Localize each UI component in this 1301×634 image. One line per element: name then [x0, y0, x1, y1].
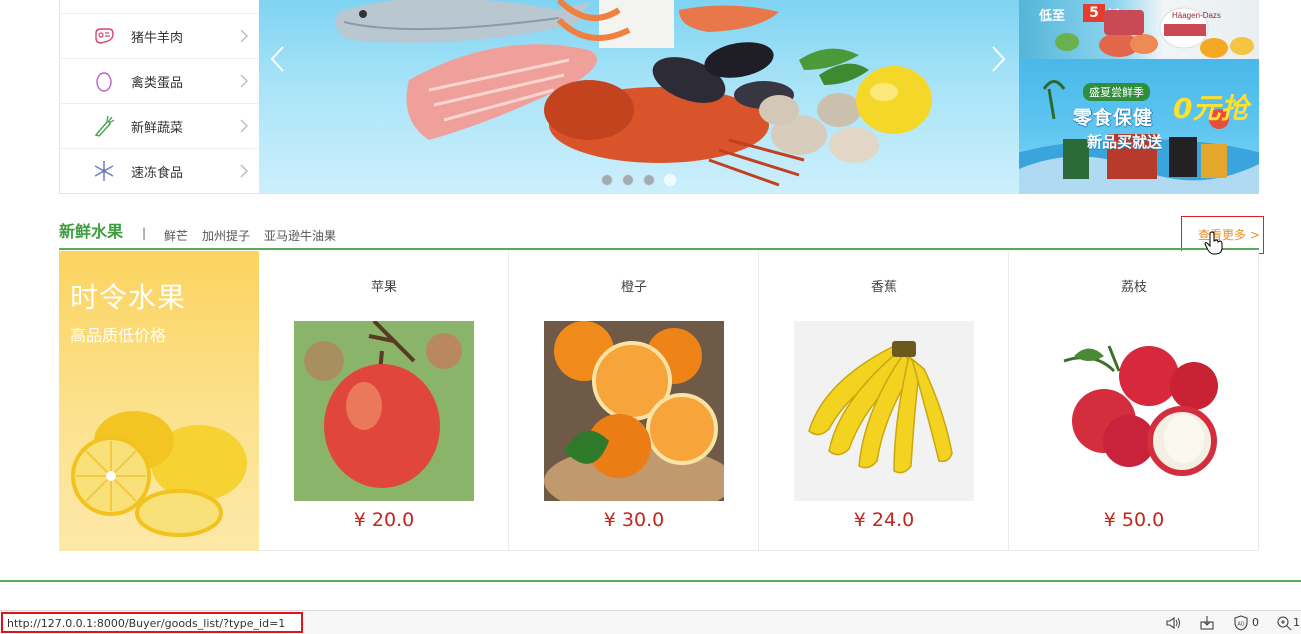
adblock-shield-icon[interactable]: AD [1233, 615, 1249, 631]
category-label: 新鲜蔬菜 [131, 120, 184, 136]
chevron-right-icon [240, 164, 248, 178]
chevron-right-icon [240, 74, 248, 88]
product-card[interactable]: 橙子 ¥ 30.0 [509, 251, 759, 551]
product-price: ¥ 30.0 [603, 509, 665, 531]
orange-image [544, 321, 724, 501]
speaker-icon[interactable] [1165, 615, 1181, 631]
egg-icon [96, 72, 112, 92]
zoom-level: 1 [1293, 616, 1300, 629]
snowflake-icon [94, 161, 114, 181]
fruit-section-header: 新鲜水果 | 鲜芒 加州提子 亚马逊牛油果 查看更多 > [59, 214, 1264, 254]
haagen-dazs-logo-text: Häagen-Dazs [1172, 11, 1221, 20]
product-card[interactable]: 荔枝 ¥ 50.0 [1009, 251, 1259, 551]
side-ad-icecream[interactable]: 低至 5 折 Häagen-Dazs [1019, 0, 1259, 59]
chevron-right-icon [240, 29, 248, 43]
product-price: ¥ 20.0 [353, 509, 415, 531]
browser-status-bar: http://127.0.0.1:8000/Buyer/goods_list/?… [0, 610, 1301, 634]
adblock-count: 0 [1252, 616, 1259, 629]
banner-carousel[interactable] [259, 0, 1019, 194]
svg-text:AD: AD [1238, 622, 1245, 628]
side-ad-snacks[interactable]: 盛夏尝鲜季 零食保健 0元抢 新品买就送 [1019, 59, 1259, 194]
category-item-meat[interactable]: 猪牛羊肉 [60, 13, 259, 58]
category-label: 禽类蛋品 [131, 75, 184, 91]
category-item-frozen[interactable]: 速冻食品 [60, 148, 259, 193]
section-title: 新鲜水果 [59, 222, 124, 241]
product-grid: 苹果 ¥ 20.0 橙子 ¥ 30.0 香蕉 ¥ 24.0 荔枝 ¥ 50.0 [259, 251, 1259, 551]
category-label: 速冻食品 [131, 165, 184, 181]
status-url: http://127.0.0.1:8000/Buyer/goods_list/?… [7, 617, 286, 630]
product-card[interactable]: 香蕉 ¥ 24.0 [759, 251, 1009, 551]
sub-link-avocado[interactable]: 亚马逊牛油果 [264, 227, 336, 244]
category-item-poultry[interactable]: 禽类蛋品 [60, 58, 259, 103]
banana-image [794, 321, 974, 501]
zoom-icon[interactable] [1276, 615, 1292, 631]
seafood-banner-image [335, 0, 932, 187]
lemon-image [71, 411, 247, 537]
chevron-right-icon [240, 119, 248, 133]
ad-title: 零食保健 [1073, 107, 1154, 129]
promo-banner[interactable]: 时令水果 高品质低价格 [59, 251, 259, 551]
sub-link-grapes[interactable]: 加州提子 [202, 227, 250, 244]
apple-image [294, 321, 474, 501]
product-name: 香蕉 [870, 280, 897, 295]
product-name: 荔枝 [1120, 280, 1147, 295]
download-icon[interactable] [1199, 615, 1215, 631]
footer-divider [0, 580, 1301, 582]
carousel-dot[interactable] [643, 174, 655, 186]
category-sidebar: 猪牛羊肉 禽类蛋品 新鲜蔬菜 速冻食品 [59, 0, 259, 194]
product-price: ¥ 24.0 [853, 509, 915, 531]
product-name: 橙子 [620, 280, 647, 295]
ad-product-image: Häagen-Dazs [1055, 7, 1254, 58]
carousel-dot[interactable] [664, 174, 676, 186]
carousel-prev-button[interactable] [267, 44, 289, 74]
ad-tag: 盛夏尝鲜季 [1083, 83, 1150, 101]
product-name: 苹果 [370, 280, 397, 295]
carousel-next-button[interactable] [987, 44, 1009, 74]
ad-highlight: 0元抢 [1173, 92, 1249, 125]
ad-subtitle: 新品买就送 [1087, 133, 1163, 151]
hand-cursor-icon [1204, 231, 1223, 255]
product-price: ¥ 50.0 [1103, 509, 1165, 531]
carrot-icon [94, 115, 115, 137]
section-separator: | [142, 226, 147, 240]
carousel-dots [601, 174, 676, 186]
status-url-highlight: http://127.0.0.1:8000/Buyer/goods_list/?… [1, 612, 303, 633]
carousel-dot[interactable] [622, 174, 634, 186]
section-divider [59, 248, 1259, 250]
category-label: 猪牛羊肉 [131, 30, 184, 46]
category-item-vegetables[interactable]: 新鲜蔬菜 [60, 103, 259, 148]
carousel-dot[interactable] [601, 174, 613, 186]
product-card[interactable]: 苹果 ¥ 20.0 [259, 251, 509, 551]
page: 猪牛羊肉 禽类蛋品 新鲜蔬菜 速冻食品 低至 5 Häagen-Dazs 盛夏尝… [0, 0, 1301, 634]
meat-icon [95, 28, 114, 44]
sub-link-mango[interactable]: 鲜芒 [164, 227, 188, 244]
lychee-image [1044, 321, 1224, 501]
